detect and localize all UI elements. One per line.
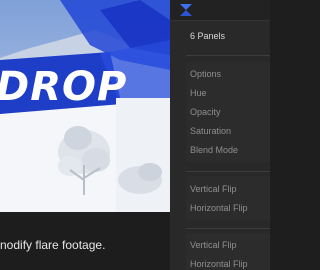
menu-item-vertical-flip[interactable]: Vertical Flip xyxy=(190,184,237,194)
logo-bar xyxy=(170,0,270,21)
divider xyxy=(186,228,270,229)
menu-item-saturation[interactable]: Saturation xyxy=(190,126,231,136)
caption-bar: nodify flare footage. xyxy=(0,212,170,270)
divider xyxy=(186,171,270,172)
menu-item-horizontal-flip[interactable]: Horizontal Flip xyxy=(190,203,248,213)
panel-count-label: 6 Panels xyxy=(190,31,226,41)
caption-text: nodify flare footage. xyxy=(0,238,106,252)
menu-item-opacity[interactable]: Opacity xyxy=(190,107,221,117)
options-panel: 6 Panels Options Hue Opacity Saturation … xyxy=(170,0,270,270)
menu-item-hue[interactable]: Hue xyxy=(190,88,207,98)
menu-item-horizontal-flip-2[interactable]: Horizontal Flip xyxy=(190,259,248,269)
flip-group xyxy=(186,176,270,220)
menu-item-options[interactable]: Options xyxy=(190,69,221,79)
video-preview: DROP xyxy=(0,0,170,212)
divider xyxy=(186,55,270,56)
menu-item-blend-mode[interactable]: Blend Mode xyxy=(190,145,238,155)
drop-title-text: DROP xyxy=(0,64,128,110)
hourglass-logo-icon xyxy=(180,4,192,16)
menu-item-vertical-flip-2[interactable]: Vertical Flip xyxy=(190,240,237,250)
